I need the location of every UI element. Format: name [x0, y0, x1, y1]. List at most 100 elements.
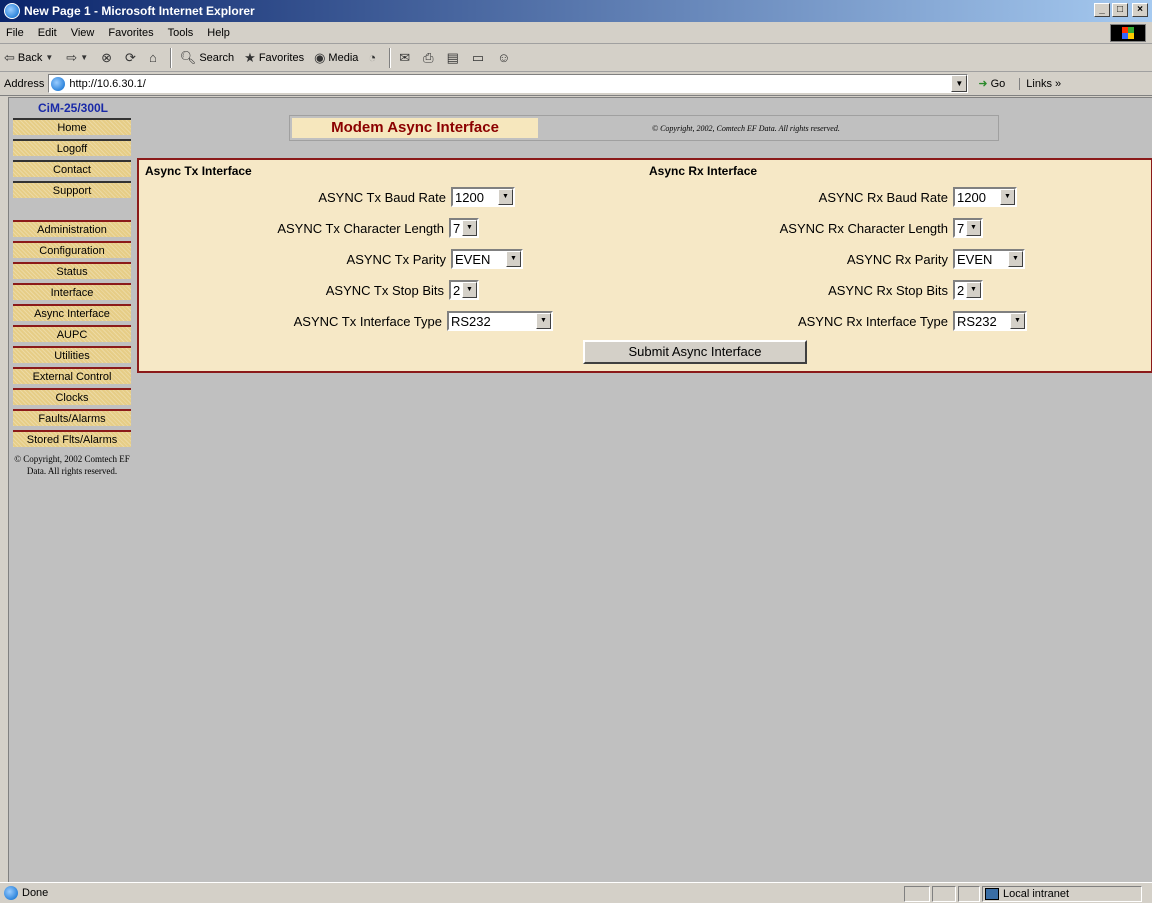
submit-async-interface-button[interactable]: Submit Async Interface	[583, 340, 807, 364]
menu-tools[interactable]: Tools	[168, 27, 194, 39]
tx-charlen-value: 7	[453, 220, 461, 236]
tx-iftype-select[interactable]: RS232 ▼	[447, 311, 553, 331]
nav-contact[interactable]: Contact	[13, 160, 131, 177]
history-button[interactable]: ◔	[368, 50, 379, 65]
nav-clocks[interactable]: Clocks	[13, 388, 131, 405]
media-label: Media	[328, 51, 359, 64]
menu-edit[interactable]: Edit	[38, 27, 57, 39]
status-cell	[958, 886, 980, 902]
nav-home[interactable]: Home	[13, 118, 131, 135]
address-dropdown-icon[interactable]: ▼	[951, 75, 968, 92]
rx-baud-select[interactable]: 1200 ▼	[953, 187, 1017, 207]
tx-iftype-value: RS232	[451, 313, 491, 329]
links-button[interactable]: Links »	[1019, 77, 1061, 90]
menu-favorites[interactable]: Favorites	[108, 27, 153, 39]
discuss-icon: ▭	[471, 49, 485, 65]
tx-baud-select[interactable]: 1200 ▼	[451, 187, 515, 207]
chevron-down-icon: ▼	[1008, 251, 1023, 267]
address-input[interactable]: http://10.6.30.1/ ▼	[48, 74, 969, 93]
tx-parity-select[interactable]: EVEN ▼	[451, 249, 523, 269]
tx-parity-row: ASYNC Tx Parity EVEN ▼	[347, 248, 523, 270]
edit-button[interactable]: ▤	[447, 50, 462, 66]
menu-view[interactable]: View	[71, 27, 95, 39]
favorites-icon: ★	[244, 49, 256, 65]
tx-stop-value: 2	[453, 282, 461, 298]
address-url: http://10.6.30.1/	[69, 77, 146, 90]
chevron-down-icon: ▼	[966, 282, 981, 298]
tx-baud-row: ASYNC Tx Baud Rate 1200 ▼	[318, 186, 515, 208]
rx-charlen-label: ASYNC Rx Character Length	[779, 220, 948, 236]
nav-interface[interactable]: Interface	[13, 283, 131, 300]
toolbar-separator	[169, 47, 172, 68]
mail-button[interactable]: ✉	[399, 50, 413, 66]
go-label: Go	[990, 77, 1006, 90]
menu-bar: File Edit View Favorites Tools Help	[0, 22, 1152, 44]
toolbar-separator	[389, 47, 392, 68]
nav-administration[interactable]: Administration	[13, 220, 131, 237]
nav-logoff[interactable]: Logoff	[13, 139, 131, 156]
search-button[interactable]: 🔍︎ Search	[180, 50, 234, 66]
rx-baud-label: ASYNC Rx Baud Rate	[818, 189, 948, 205]
nav-support[interactable]: Support	[13, 181, 131, 198]
tx-charlen-row: ASYNC Tx Character Length 7 ▼	[277, 217, 479, 239]
rx-stop-value: 2	[957, 282, 965, 298]
rx-parity-select[interactable]: EVEN ▼	[953, 249, 1025, 269]
forward-button[interactable]: ⇨ ▼	[66, 50, 91, 66]
go-button[interactable]: ➜ Go	[978, 77, 1006, 91]
nav-configuration[interactable]: Configuration	[13, 241, 131, 258]
window-title: New Page 1 - Microsoft Internet Explorer	[24, 4, 255, 18]
close-button[interactable]: ×	[1132, 3, 1148, 17]
nav-status[interactable]: Status	[13, 262, 131, 279]
rx-iftype-select[interactable]: RS232 ▼	[953, 311, 1027, 331]
rx-parity-label: ASYNC Rx Parity	[846, 251, 948, 267]
minimize-button[interactable]: _	[1094, 3, 1110, 17]
nav-aupc[interactable]: AUPC	[13, 325, 131, 342]
rx-charlen-select[interactable]: 7 ▼	[953, 218, 983, 238]
mail-icon: ✉	[399, 49, 411, 65]
chevron-down-icon: ▼	[498, 189, 513, 205]
back-label: Back	[17, 51, 43, 64]
print-button[interactable]: ⎙	[423, 50, 436, 66]
chevron-down-icon: ▼	[462, 282, 477, 298]
status-cell	[932, 886, 956, 902]
back-button[interactable]: ⇦ Back ▼	[4, 50, 56, 66]
home-button[interactable]: ⌂	[149, 50, 160, 65]
chevron-down-icon: ▼	[966, 220, 981, 236]
tx-stop-select[interactable]: 2 ▼	[449, 280, 479, 300]
window-controls: _ □ ×	[1094, 3, 1148, 17]
page-title: Modem Async Interface	[292, 118, 538, 138]
tx-baud-value: 1200	[455, 189, 484, 205]
nav-copyright: © Copyright, 2002 Comtech EF Data. All r…	[14, 454, 130, 476]
menu-help[interactable]: Help	[207, 27, 230, 39]
favorites-button[interactable]: ★ Favorites	[244, 50, 304, 66]
go-arrow-icon: ➜	[978, 78, 988, 90]
tx-charlen-select[interactable]: 7 ▼	[449, 218, 479, 238]
async-interface-panel: Async Tx Interface ASYNC Tx Baud Rate 12…	[137, 158, 1152, 373]
ie-logo-icon	[4, 3, 20, 19]
page-done-icon	[4, 886, 18, 900]
stop-button[interactable]: ⊗	[101, 50, 115, 66]
edit-icon: ▤	[446, 49, 459, 65]
security-zone: Local intranet	[982, 886, 1142, 902]
menu-file[interactable]: File	[6, 27, 24, 39]
brand-label: CiM-25/300L	[37, 101, 109, 115]
rx-baud-row: ASYNC Rx Baud Rate 1200 ▼	[819, 186, 1017, 208]
nav-faults-alarms[interactable]: Faults/Alarms	[13, 409, 131, 426]
messenger-button[interactable]: ☺	[497, 50, 513, 65]
search-icon: 🔍︎	[179, 49, 197, 65]
rx-charlen-row: ASYNC Rx Character Length 7 ▼	[780, 217, 983, 239]
maximize-button[interactable]: □	[1112, 3, 1128, 17]
nav-utilities[interactable]: Utilities	[13, 346, 131, 363]
discuss-button[interactable]: ▭	[472, 50, 487, 66]
nav-stored-faults-alarms[interactable]: Stored Flts/Alarms	[13, 430, 131, 447]
nav-external-control[interactable]: External Control	[13, 367, 131, 384]
refresh-button[interactable]: ⟳	[125, 50, 139, 66]
status-bar: Done Local intranet	[0, 882, 1152, 903]
rx-stop-select[interactable]: 2 ▼	[953, 280, 983, 300]
media-icon: ◉	[314, 49, 326, 65]
media-button[interactable]: ◉ Media	[314, 50, 358, 66]
toolbar: ⇦ Back ▼ ⇨ ▼ ⊗ ⟳ ⌂ 🔍︎ Search ★ Favorites…	[0, 44, 1152, 72]
tx-stop-row: ASYNC Tx Stop Bits 2 ▼	[326, 279, 479, 301]
nav-async-interface[interactable]: Async Interface	[13, 304, 131, 321]
favorites-label: Favorites	[258, 51, 305, 64]
